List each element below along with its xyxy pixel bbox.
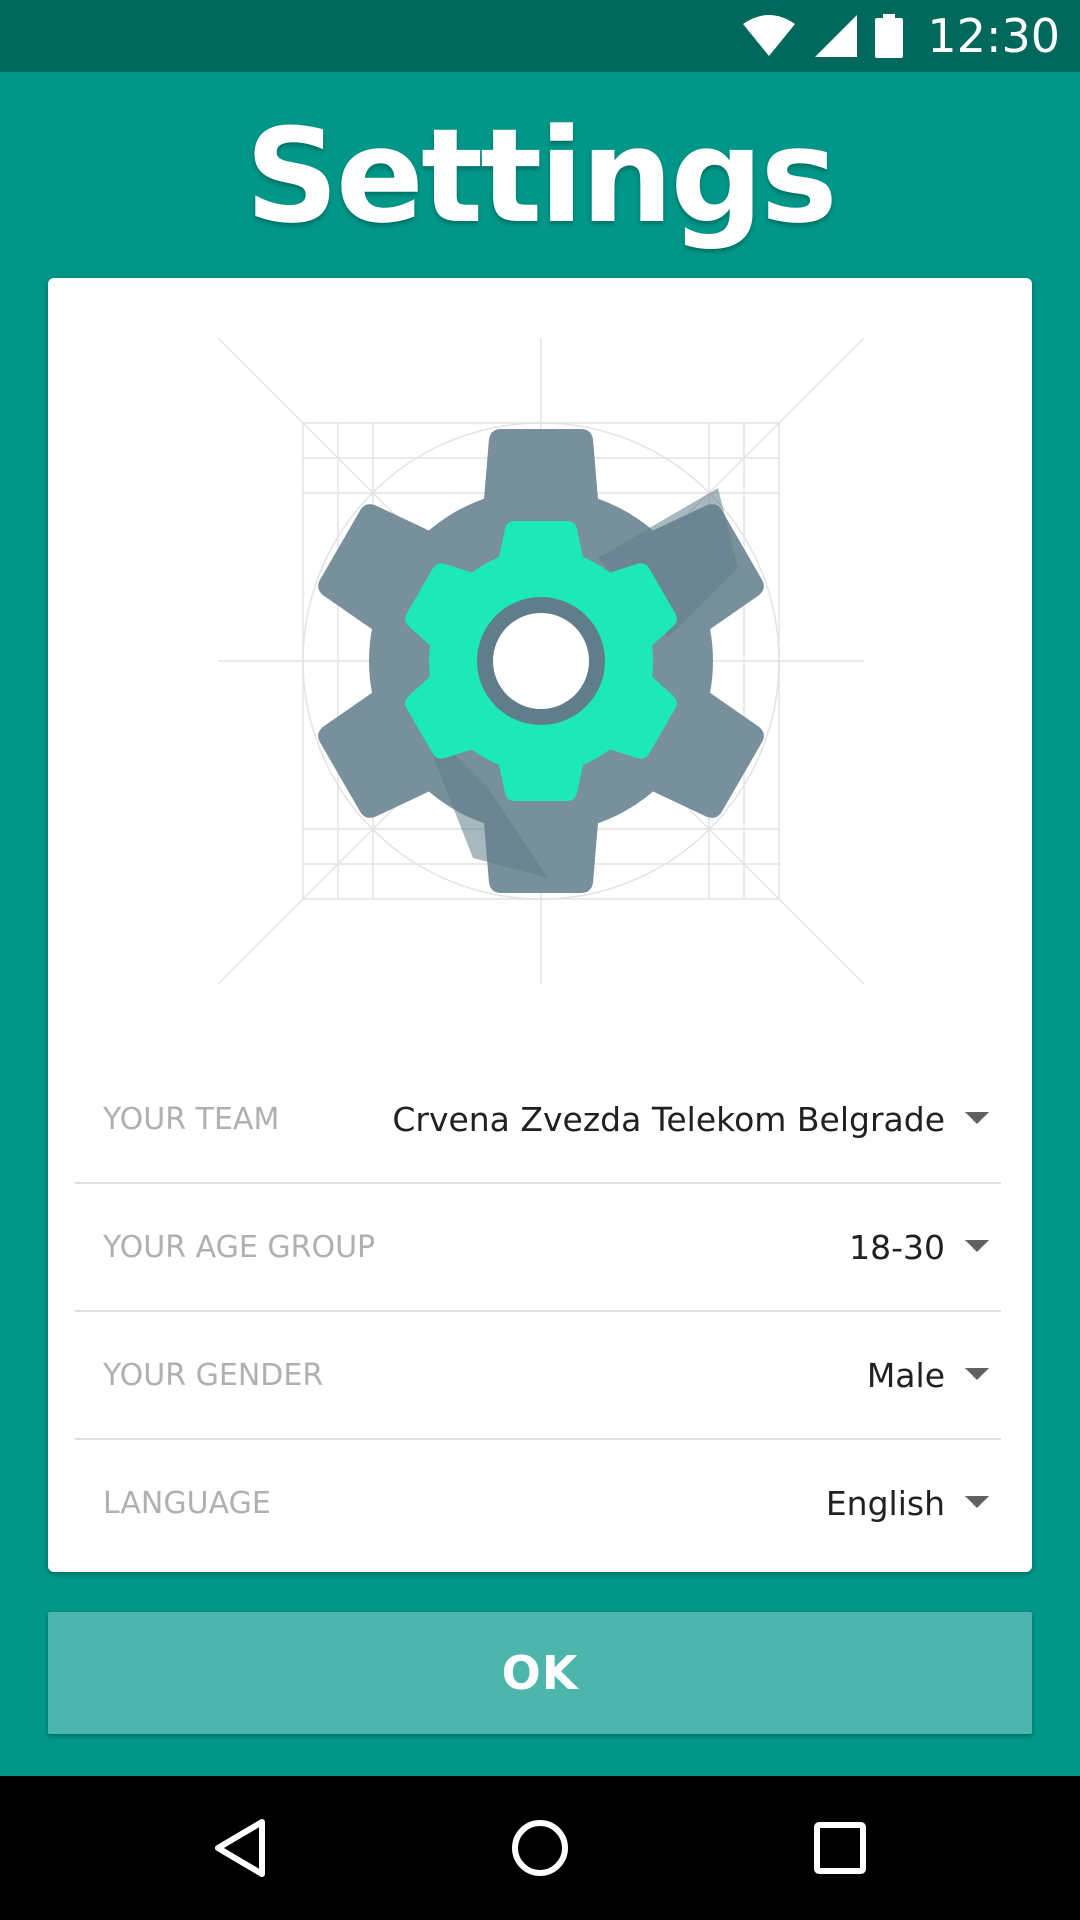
gear-icon <box>218 338 864 984</box>
battery-icon <box>875 14 904 58</box>
setting-label: YOUR GENDER <box>103 1358 324 1393</box>
recents-icon <box>814 1822 866 1874</box>
status-time: 12:30 <box>927 9 1060 63</box>
team-dropdown[interactable]: Crvena Zvezda Telekom Belgrade <box>392 1056 945 1184</box>
dropdown-arrow-icon[interactable] <box>965 1368 989 1380</box>
setting-row-language[interactable]: LANGUAGE English <box>75 1440 1001 1568</box>
setting-label: YOUR TEAM <box>103 1102 280 1137</box>
gender-dropdown[interactable]: Male <box>867 1312 945 1440</box>
ok-button[interactable]: OK <box>48 1612 1032 1734</box>
status-bar: 12:30 <box>0 0 1080 72</box>
navigation-bar <box>0 1776 1080 1920</box>
setting-row-team[interactable]: YOUR TEAM Crvena Zvezda Telekom Belgrade <box>75 1056 1001 1184</box>
age-group-dropdown[interactable]: 18-30 <box>849 1184 945 1312</box>
back-button[interactable] <box>190 1798 290 1898</box>
setting-label: YOUR AGE GROUP <box>103 1230 376 1265</box>
wifi-icon <box>743 15 796 56</box>
dropdown-arrow-icon[interactable] <box>965 1112 989 1124</box>
setting-row-gender[interactable]: YOUR GENDER Male <box>75 1312 1001 1440</box>
setting-row-age-group[interactable]: YOUR AGE GROUP 18-30 <box>75 1184 1001 1312</box>
language-dropdown[interactable]: English <box>826 1440 945 1568</box>
home-icon <box>512 1820 568 1876</box>
dropdown-arrow-icon[interactable] <box>965 1496 989 1508</box>
settings-card: YOUR TEAM Crvena Zvezda Telekom Belgrade… <box>48 278 1032 1572</box>
dropdown-arrow-icon[interactable] <box>965 1240 989 1252</box>
home-button[interactable] <box>490 1798 590 1898</box>
page-title: Settings <box>245 100 838 252</box>
status-icons: 12:30 <box>741 0 1060 72</box>
back-icon <box>215 1819 265 1877</box>
setting-label: LANGUAGE <box>103 1486 271 1521</box>
recents-button[interactable] <box>790 1798 890 1898</box>
cell-signal-icon <box>815 15 858 57</box>
